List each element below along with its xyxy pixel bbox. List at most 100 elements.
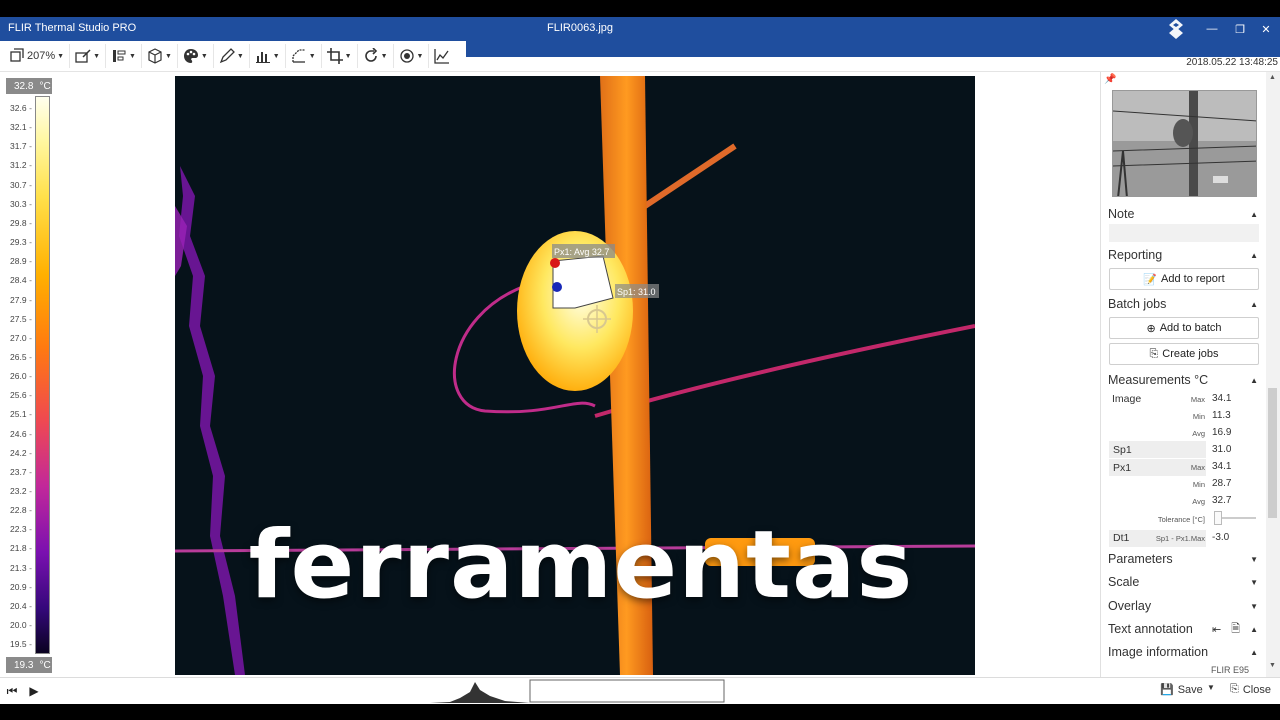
close-window-button[interactable]: ✕ bbox=[1252, 17, 1280, 41]
rotate-button[interactable]: ▼ bbox=[358, 44, 394, 68]
scale-tick-label: 32.6 bbox=[4, 103, 34, 113]
cube-icon bbox=[148, 48, 162, 64]
batch-label: Batch jobs bbox=[1108, 297, 1167, 311]
scale-tick-label: 20.9 bbox=[4, 582, 34, 592]
scale-tick-label: 29.3 bbox=[4, 237, 34, 247]
scale-tick-label: 21.3 bbox=[4, 563, 34, 573]
flir-logo-icon bbox=[1162, 17, 1190, 41]
note-label: Note bbox=[1108, 207, 1135, 221]
crop-icon bbox=[326, 48, 343, 64]
scale-max-field[interactable]: 32.8 °C bbox=[6, 78, 52, 94]
measurements-section-header[interactable]: Measurements °C ▲ bbox=[1108, 371, 1258, 389]
scroll-down-icon[interactable]: ▼ bbox=[1269, 662, 1276, 669]
scale-tick-label: 31.2 bbox=[4, 160, 34, 170]
scale-max-value: 32.8 bbox=[14, 80, 34, 92]
align-button[interactable]: ▼ bbox=[106, 44, 142, 68]
add-to-report-button[interactable]: 📝 Add to report bbox=[1109, 268, 1259, 290]
save-options-button[interactable]: ▼ bbox=[1207, 683, 1215, 692]
3d-button[interactable]: ▼ bbox=[142, 44, 178, 68]
note-section-header[interactable]: Note ▲ bbox=[1108, 205, 1258, 223]
scale-tick-label: 20.4 bbox=[4, 601, 34, 611]
close-button[interactable]: ⎘ Close bbox=[1230, 683, 1271, 696]
scale-tick-label: 24.2 bbox=[4, 448, 34, 458]
expand-icon: ▼ bbox=[1250, 554, 1258, 564]
tolerance-slider-track[interactable] bbox=[1222, 517, 1256, 519]
measure-key: Avg bbox=[1192, 429, 1205, 438]
annotation-file-icon[interactable]: 🗎 bbox=[1231, 620, 1240, 639]
add-to-batch-button[interactable]: ⊕ Add to batch bbox=[1109, 317, 1259, 339]
scale-tick-label: 25.6 bbox=[4, 390, 34, 400]
visual-thumbnail[interactable] bbox=[1112, 90, 1257, 197]
scale-section-header[interactable]: Scale ▼ bbox=[1108, 573, 1258, 591]
align-icon bbox=[113, 50, 126, 62]
zoom-button[interactable]: 207% ▼ bbox=[4, 44, 71, 68]
histogram-button[interactable]: ▼ bbox=[250, 44, 286, 68]
text-annotation-label: Text annotation bbox=[1108, 622, 1193, 636]
fusion-button[interactable]: ▼ bbox=[394, 44, 430, 68]
scale-tick-label: 26.0 bbox=[4, 371, 34, 381]
scrollbar-thumb[interactable] bbox=[1268, 388, 1277, 518]
sp1-overlay-label: Sp1: 31.0 bbox=[617, 287, 656, 297]
parameters-label: Parameters bbox=[1108, 552, 1173, 566]
chevron-down-icon: ▼ bbox=[164, 52, 172, 60]
file-title: FLIR0063.jpg bbox=[547, 22, 614, 34]
pen-button[interactable]: ▼ bbox=[214, 44, 250, 68]
reporting-section-header[interactable]: Reporting ▲ bbox=[1108, 246, 1258, 264]
chevron-down-icon: ▼ bbox=[1207, 683, 1215, 692]
scale-tick-label: 28.4 bbox=[4, 275, 34, 285]
sp1-value: 31.0 bbox=[1212, 444, 1232, 455]
batch-section-header[interactable]: Batch jobs ▲ bbox=[1108, 295, 1258, 313]
plot-button[interactable] bbox=[429, 44, 455, 68]
sp1-row-label: Sp1 bbox=[1113, 444, 1132, 456]
annotate-button[interactable]: ▼ bbox=[70, 44, 107, 68]
scroll-up-icon[interactable]: ▲ bbox=[1269, 74, 1276, 81]
restore-button[interactable]: ❐ bbox=[1226, 17, 1254, 41]
overlay-section-header[interactable]: Overlay ▼ bbox=[1108, 597, 1258, 615]
app-window: FLIR Thermal Studio PRO FLIR0063.jpg — ❐… bbox=[0, 0, 1280, 720]
main-toolbar: 207% ▼ ▼ ▼ ▼ ▼ ▼ ▼ ▼ ▼ ▼ ▼ bbox=[0, 41, 466, 71]
chevron-down-icon: ▼ bbox=[344, 52, 352, 60]
scale-tick-label: 30.7 bbox=[4, 180, 34, 190]
palette-button[interactable]: ▼ bbox=[178, 44, 214, 68]
text-annotation-section-header[interactable]: Text annotation ⇤ 🗎 ▲ bbox=[1108, 620, 1258, 638]
create-jobs-label: Create jobs bbox=[1162, 348, 1219, 360]
measurements-label: Measurements °C bbox=[1108, 373, 1209, 387]
scale-tick-label: 22.3 bbox=[4, 524, 34, 534]
first-image-button[interactable]: ⏮ bbox=[2, 682, 22, 700]
image-max-value: 34.1 bbox=[1212, 393, 1232, 404]
add-to-report-label: Add to report bbox=[1161, 273, 1225, 285]
scale-min-value: 19.3 bbox=[14, 659, 34, 671]
minimize-button[interactable]: — bbox=[1198, 17, 1226, 41]
image-information-label: Image information bbox=[1108, 645, 1209, 659]
collapse-icon: ▲ bbox=[1250, 250, 1258, 260]
chevron-down-icon: ▼ bbox=[200, 52, 208, 60]
chevron-down-icon: ▼ bbox=[308, 52, 316, 60]
next-image-button[interactable]: ▶ bbox=[24, 682, 44, 700]
collapse-icon: ▲ bbox=[1250, 647, 1258, 657]
panel-scrollbar[interactable]: ▲ ▼ bbox=[1266, 72, 1280, 677]
image-information-section-header[interactable]: Image information ▲ bbox=[1108, 643, 1258, 661]
crop-button[interactable]: ▼ bbox=[322, 44, 358, 68]
import-annotation-icon[interactable]: ⇤ bbox=[1212, 623, 1221, 636]
chevron-down-icon: ▼ bbox=[129, 52, 136, 60]
measure-key: Max bbox=[1190, 463, 1205, 472]
pin-icon[interactable]: 📌 bbox=[1104, 74, 1118, 88]
px1-row-label: Px1 bbox=[1113, 462, 1132, 474]
scale-tick-label: 23.2 bbox=[4, 486, 34, 496]
measure-key: Min bbox=[1192, 412, 1205, 421]
tolerance-slider-handle[interactable] bbox=[1214, 511, 1222, 525]
measure-image-label: Image bbox=[1112, 393, 1142, 405]
px1-overlay-label: Px1: Avg 32.7 bbox=[554, 247, 609, 257]
scale-label: Scale bbox=[1108, 575, 1140, 589]
scale-tick-label: 25.1 bbox=[4, 409, 34, 419]
create-jobs-button[interactable]: ⎘ Create jobs bbox=[1109, 343, 1259, 365]
target-icon bbox=[399, 49, 414, 63]
parameters-section-header[interactable]: Parameters ▼ bbox=[1108, 550, 1258, 568]
scale-min-field[interactable]: 19.3 °C bbox=[6, 657, 52, 673]
palette-bar[interactable] bbox=[35, 96, 50, 654]
measure-button[interactable]: ▼ bbox=[286, 44, 322, 68]
save-button[interactable]: 💾 Save bbox=[1160, 683, 1203, 697]
temperature-histogram[interactable] bbox=[430, 678, 730, 704]
note-field[interactable] bbox=[1109, 224, 1259, 242]
close-label: Close bbox=[1242, 683, 1271, 696]
